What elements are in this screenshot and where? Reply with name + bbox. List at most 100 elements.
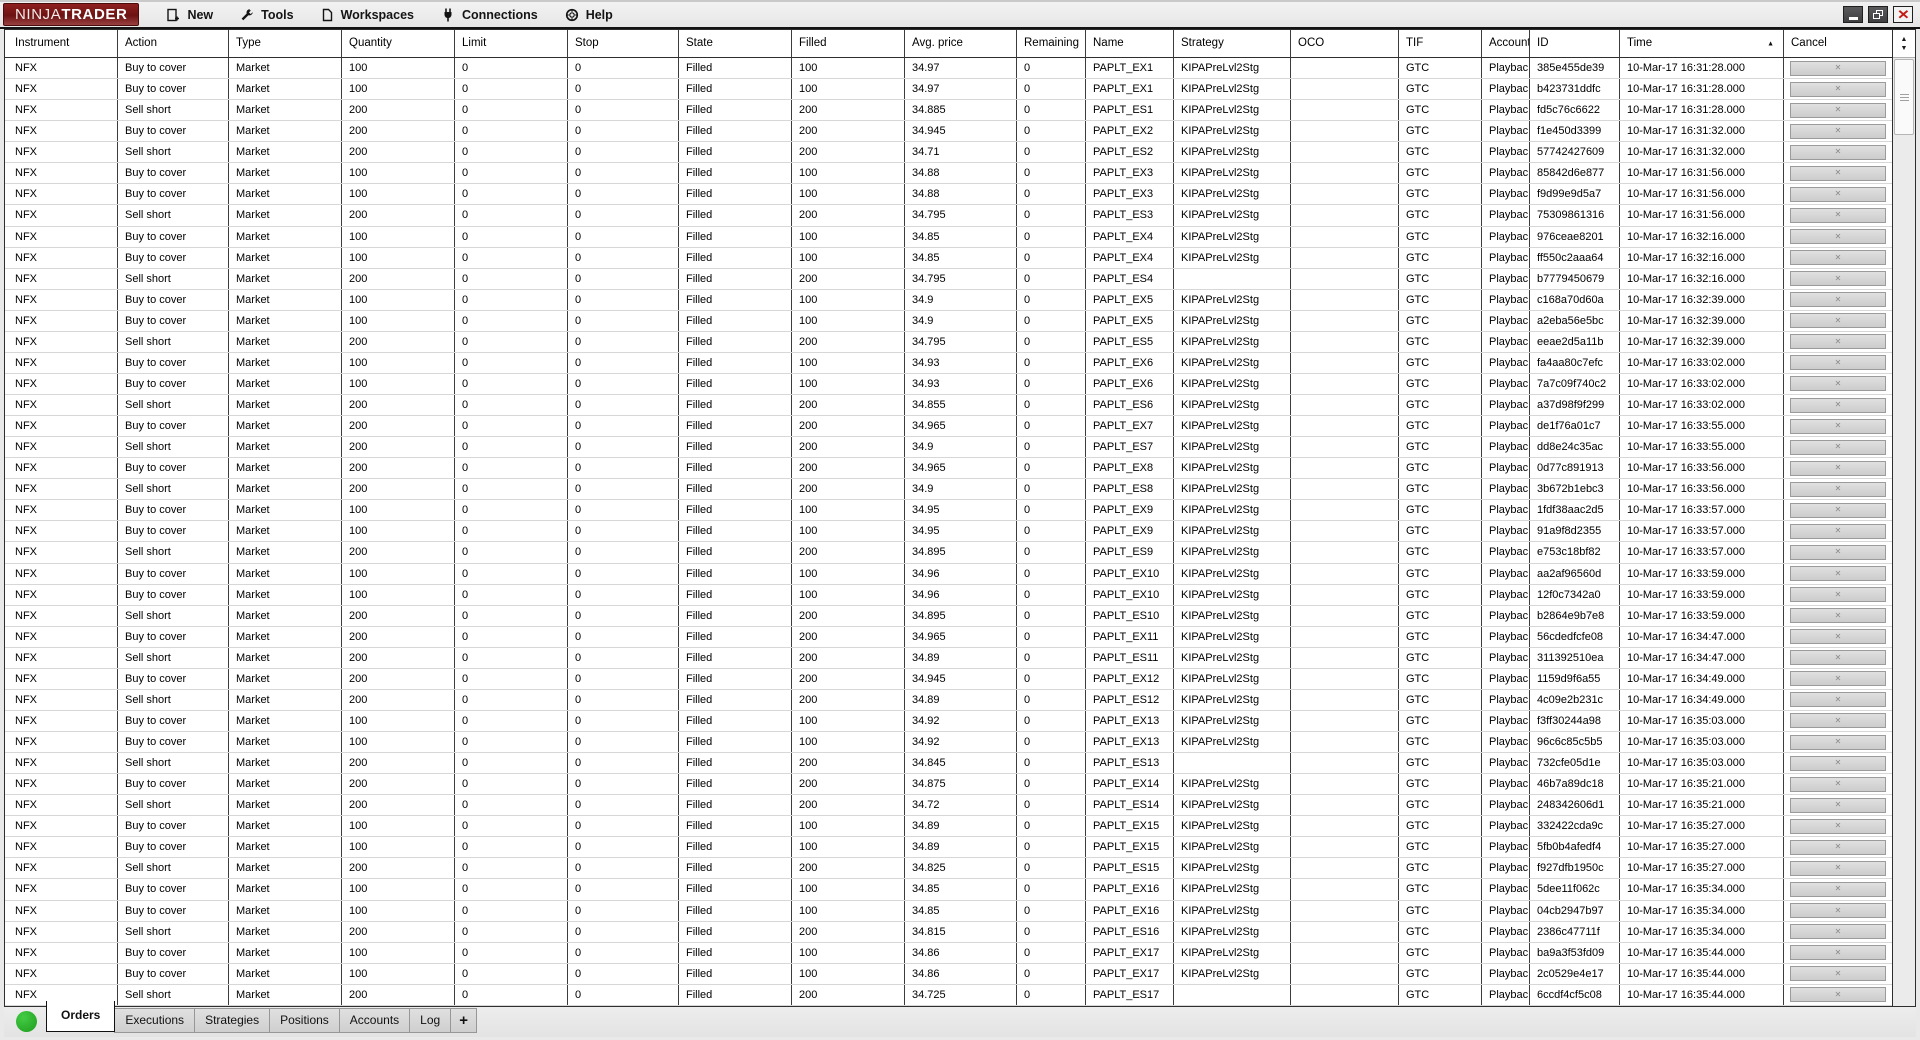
cancel-order-button[interactable]: ✕ [1790, 60, 1886, 76]
order-row[interactable]: NFX Sell short Market 200 0 0 Filled 200 34.72 0 P… [5, 795, 1892, 817]
restore-button[interactable] [1868, 6, 1888, 23]
cancel-order-button[interactable]: ✕ [1790, 608, 1886, 624]
order-row[interactable]: NFX Sell short Market 200 0 0 Filled 200 34.89 0 P… [5, 647, 1892, 669]
cancel-order-button[interactable]: ✕ [1790, 945, 1886, 961]
order-row[interactable]: NFX Buy to cover Market 100 0 0 Filled 100 34.95… [5, 500, 1892, 522]
column-header-action[interactable]: Action [118, 30, 229, 58]
cancel-order-button[interactable]: ✕ [1790, 629, 1886, 645]
column-header-avg_price[interactable]: Avg. price [905, 30, 1017, 58]
cancel-order-button[interactable]: ✕ [1790, 123, 1886, 139]
cancel-order-button[interactable]: ✕ [1790, 439, 1886, 455]
column-header-stop[interactable]: Stop [568, 30, 679, 58]
cancel-order-button[interactable]: ✕ [1790, 566, 1886, 582]
tab-strategies[interactable]: Strategies [194, 1008, 271, 1033]
order-row[interactable]: NFX Buy to cover Market 100 0 0 Filled 100 34.96… [5, 584, 1892, 606]
cancel-order-button[interactable]: ✕ [1790, 650, 1886, 666]
order-row[interactable]: NFX Sell short Market 200 0 0 Filled 200 34.9 0 PA… [5, 437, 1892, 459]
cancel-order-button[interactable]: ✕ [1790, 966, 1886, 982]
menu-item-new[interactable]: New [166, 8, 213, 22]
order-row[interactable]: NFX Sell short Market 200 0 0 Filled 200 34.895 0… [5, 605, 1892, 627]
order-row[interactable]: NFX Sell short Market 200 0 0 Filled 200 34.795 0… [5, 331, 1892, 353]
cancel-order-button[interactable]: ✕ [1790, 355, 1886, 371]
cancel-order-button[interactable]: ✕ [1790, 186, 1886, 202]
column-header-account[interactable]: Account [1482, 30, 1530, 58]
order-row[interactable]: NFX Buy to cover Market 100 0 0 Filled 100 34.88… [5, 163, 1892, 185]
cancel-order-button[interactable]: ✕ [1790, 502, 1886, 518]
cancel-order-button[interactable]: ✕ [1790, 481, 1886, 497]
order-row[interactable]: NFX Buy to cover Market 100 0 0 Filled 100 34.85… [5, 226, 1892, 248]
scroll-down-icon[interactable]: ▼ [1901, 44, 1908, 53]
order-row[interactable]: NFX Buy to cover Market 100 0 0 Filled 100 34.85… [5, 879, 1892, 901]
order-row[interactable]: NFX Sell short Market 200 0 0 Filled 200 34.855 0… [5, 395, 1892, 417]
cancel-order-button[interactable]: ✕ [1790, 81, 1886, 97]
cancel-order-button[interactable]: ✕ [1790, 313, 1886, 329]
scrollbar-thumb[interactable] [1894, 59, 1914, 135]
cancel-order-button[interactable]: ✕ [1790, 692, 1886, 708]
order-row[interactable]: NFX Buy to cover Market 100 0 0 Filled 100 34.97… [5, 58, 1892, 80]
order-row[interactable]: NFX Buy to cover Market 100 0 0 Filled 100 34.89… [5, 816, 1892, 838]
cancel-order-button[interactable]: ✕ [1790, 797, 1886, 813]
cancel-order-button[interactable]: ✕ [1790, 418, 1886, 434]
order-row[interactable]: NFX Buy to cover Market 100 0 0 Filled 100 34.93… [5, 373, 1892, 395]
cancel-order-button[interactable]: ✕ [1790, 818, 1886, 834]
cancel-order-button[interactable]: ✕ [1790, 987, 1886, 1003]
order-row[interactable]: NFX Buy to cover Market 200 0 0 Filled 200 34.94… [5, 668, 1892, 690]
cancel-order-button[interactable]: ✕ [1790, 144, 1886, 160]
order-row[interactable]: NFX Buy to cover Market 200 0 0 Filled 200 34.96… [5, 458, 1892, 480]
order-row[interactable]: NFX Buy to cover Market 100 0 0 Filled 100 34.93… [5, 352, 1892, 374]
tab-positions[interactable]: Positions [269, 1008, 340, 1033]
column-header-filled[interactable]: Filled [792, 30, 905, 58]
order-row[interactable]: NFX Buy to cover Market 100 0 0 Filled 100 34.9 0… [5, 289, 1892, 311]
menu-item-connections[interactable]: Connections [441, 8, 538, 22]
tab-orders[interactable]: Orders [46, 1001, 116, 1032]
cancel-order-button[interactable]: ✕ [1790, 229, 1886, 245]
cancel-order-button[interactable]: ✕ [1790, 523, 1886, 539]
order-row[interactable]: NFX Sell short Market 200 0 0 Filled 200 34.795 0… [5, 268, 1892, 290]
column-header-state[interactable]: State [679, 30, 792, 58]
cancel-order-button[interactable]: ✕ [1790, 165, 1886, 181]
column-header-instrument[interactable]: Instrument [5, 30, 118, 58]
column-header-remaining[interactable]: Remaining [1017, 30, 1086, 58]
order-row[interactable]: NFX Sell short Market 200 0 0 Filled 200 34.9 0 PA… [5, 479, 1892, 501]
vertical-scrollbar[interactable]: ▲ ▼ [1893, 29, 1916, 1007]
cancel-order-button[interactable]: ✕ [1790, 397, 1886, 413]
order-row[interactable]: NFX Buy to cover Market 200 0 0 Filled 200 34.87… [5, 774, 1892, 796]
menu-item-tools[interactable]: Tools [240, 8, 294, 22]
cancel-order-button[interactable]: ✕ [1790, 271, 1886, 287]
cancel-order-button[interactable]: ✕ [1790, 713, 1886, 729]
order-row[interactable]: NFX Sell short Market 200 0 0 Filled 200 34.845 0… [5, 753, 1892, 775]
cancel-order-button[interactable]: ✕ [1790, 334, 1886, 350]
column-header-cancel[interactable]: Cancel [1784, 30, 1892, 58]
scroll-up-icon[interactable]: ▲ [1901, 35, 1908, 44]
cancel-order-button[interactable]: ✕ [1790, 250, 1886, 266]
order-row[interactable]: NFX Sell short Market 200 0 0 Filled 200 34.725 0… [5, 984, 1892, 1006]
tab-executions[interactable]: Executions [114, 1008, 196, 1033]
order-row[interactable]: NFX Buy to cover Market 100 0 0 Filled 100 34.85… [5, 900, 1892, 922]
column-header-tif[interactable]: TIF [1399, 30, 1482, 58]
order-row[interactable]: NFX Sell short Market 200 0 0 Filled 200 34.815 0… [5, 921, 1892, 943]
column-header-type[interactable]: Type [229, 30, 342, 58]
order-row[interactable]: NFX Buy to cover Market 200 0 0 Filled 200 34.96… [5, 416, 1892, 438]
cancel-order-button[interactable]: ✕ [1790, 924, 1886, 940]
tab-log[interactable]: Log [409, 1008, 452, 1033]
cancel-order-button[interactable]: ✕ [1790, 860, 1886, 876]
order-row[interactable]: NFX Buy to cover Market 100 0 0 Filled 100 34.9 0… [5, 310, 1892, 332]
cancel-order-button[interactable]: ✕ [1790, 755, 1886, 771]
cancel-order-button[interactable]: ✕ [1790, 587, 1886, 603]
order-row[interactable]: NFX Buy to cover Market 100 0 0 Filled 100 34.95… [5, 521, 1892, 543]
add-tab-button[interactable]: + [450, 1008, 478, 1033]
column-header-quantity[interactable]: Quantity [342, 30, 455, 58]
cancel-order-button[interactable]: ✕ [1790, 544, 1886, 560]
minimize-button[interactable] [1843, 6, 1863, 23]
order-row[interactable]: NFX Sell short Market 200 0 0 Filled 200 34.71 0 P… [5, 142, 1892, 164]
column-header-id[interactable]: ID [1530, 30, 1620, 58]
menu-item-help[interactable]: Help [565, 8, 613, 22]
order-row[interactable]: NFX Buy to cover Market 100 0 0 Filled 100 34.97… [5, 79, 1892, 101]
cancel-order-button[interactable]: ✕ [1790, 102, 1886, 118]
cancel-order-button[interactable]: ✕ [1790, 776, 1886, 792]
column-header-name[interactable]: Name [1086, 30, 1174, 58]
close-button[interactable]: ✕ [1893, 6, 1913, 23]
order-row[interactable]: NFX Buy to cover Market 100 0 0 Filled 100 34.86… [5, 963, 1892, 985]
order-row[interactable]: NFX Buy to cover Market 100 0 0 Filled 100 34.96… [5, 563, 1892, 585]
column-header-strategy[interactable]: Strategy [1174, 30, 1291, 58]
